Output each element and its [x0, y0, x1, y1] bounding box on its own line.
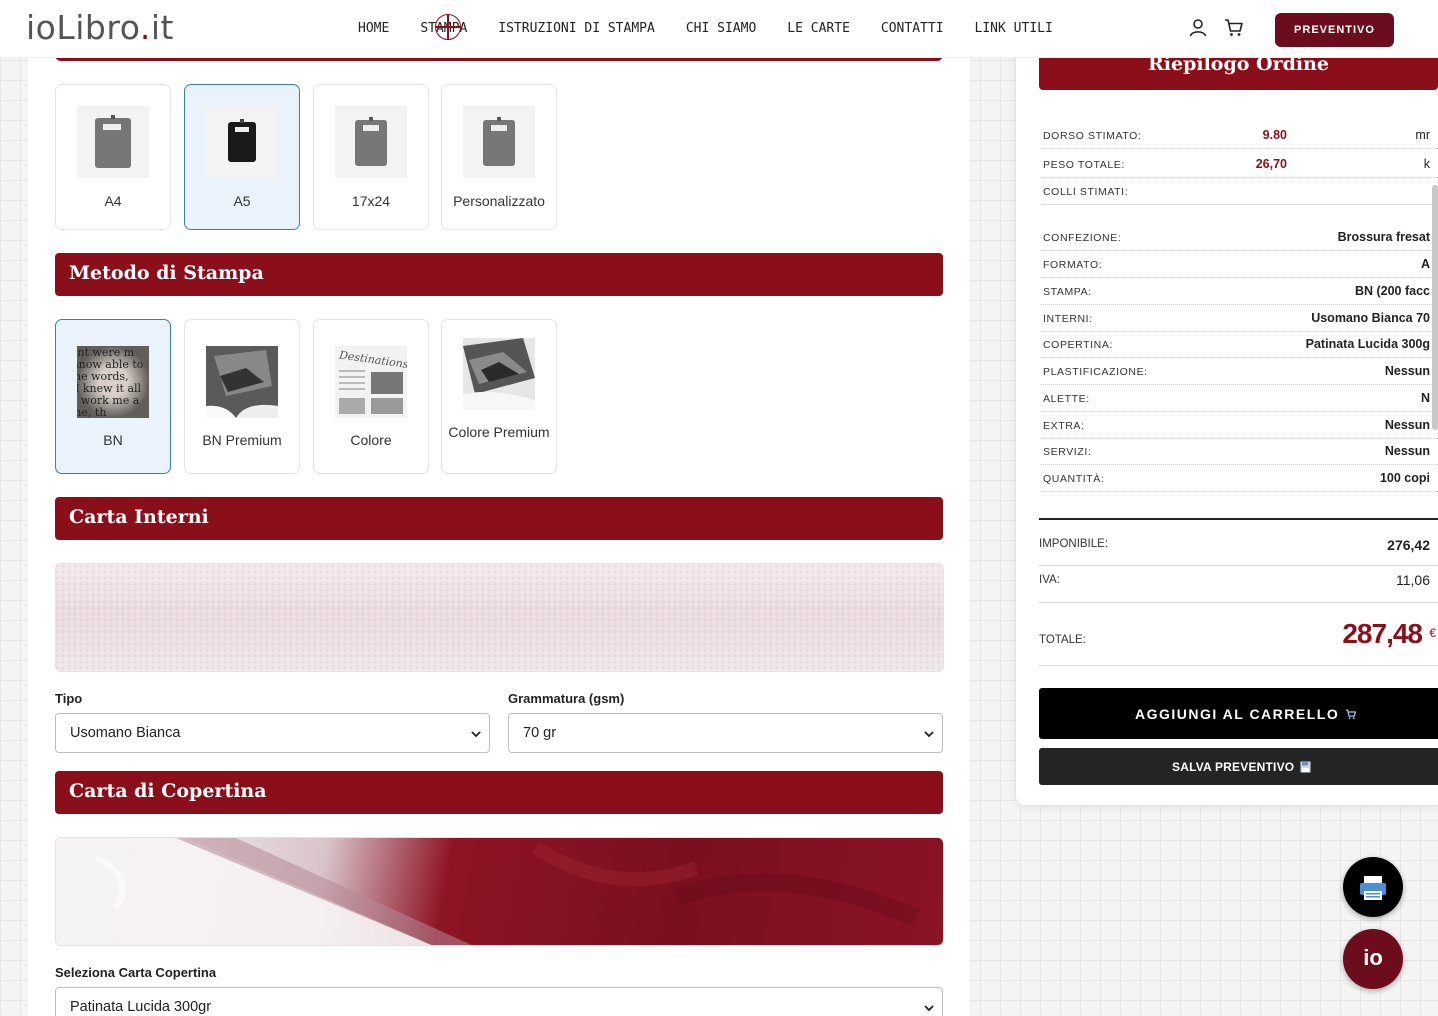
format-option-a5[interactable]: A5 [184, 84, 300, 230]
print-method-thumbnail [206, 346, 278, 418]
summary-row-peso: PESO TOTALE: 26,70 k [1041, 151, 1438, 178]
cover-paper-texture [55, 837, 944, 946]
cover-paper-select[interactable]: Patinata Lucida 300gr [55, 987, 943, 1016]
summary-row-interni: INTERNI: Usomano Bianca 70 [1041, 305, 1438, 332]
summary-scrollbar[interactable] [1432, 185, 1438, 430]
summary-row-alette: ALETTE: N [1041, 385, 1438, 412]
print-method-bn-premium[interactable]: BN Premium [184, 319, 300, 474]
nav-stampa[interactable]: STAMPA [420, 14, 467, 40]
cart-icon[interactable] [1224, 18, 1244, 38]
format-thumbnail [206, 106, 278, 178]
chevron-down-icon [471, 731, 481, 738]
print-method-label: BN [103, 432, 123, 448]
summary-divider [1039, 602, 1438, 603]
summary-divider [1039, 565, 1438, 566]
totale-value: 287,48 [1342, 618, 1423, 649]
format-option-17x24[interactable]: 17x24 [313, 84, 429, 230]
nav-home[interactable]: HOME [358, 21, 389, 36]
nav-chi-siamo[interactable]: CHI SIAMO [686, 21, 756, 36]
user-icon[interactable] [1188, 18, 1208, 38]
print-method-thumbnail [463, 338, 535, 410]
tipo-select[interactable]: Usomano Bianca [55, 713, 490, 753]
section-header-carta-copertina: Carta di Copertina [55, 771, 943, 814]
cover-texture-image [56, 838, 920, 945]
section-header-carta-interni: Carta Interni [55, 497, 943, 540]
summary-divider [1039, 518, 1438, 520]
nav-le-carte[interactable]: LE CARTE [787, 21, 850, 36]
format-thumbnail [463, 106, 535, 178]
summary-row-extra: EXTRA: Nessun [1041, 412, 1438, 439]
crosshair-cursor-icon [435, 14, 462, 40]
nav-istruzioni[interactable]: ISTRUZIONI DI STAMPA [498, 21, 655, 36]
summary-row-servizi: SERVIZI: Nessun [1041, 438, 1438, 465]
summary-divider [1039, 665, 1438, 666]
format-label: A4 [104, 193, 122, 209]
format-thumbnail [77, 106, 149, 178]
format-label: 17x24 [351, 193, 391, 209]
format-thumbnail [335, 106, 407, 178]
summary-row-confezione: CONFEZIONE: Brossura fresat [1041, 224, 1438, 251]
interior-paper-texture [55, 563, 944, 672]
format-option-personalizzato[interactable]: Personalizzato [441, 84, 557, 230]
nav-contatti[interactable]: CONTATTI [881, 21, 944, 36]
format-option-a4[interactable]: A4 [55, 84, 171, 230]
print-method-thumbnail: Destinations [335, 346, 407, 418]
print-method-colore-premium[interactable]: Colore Premium [441, 319, 557, 474]
grammatura-label: Grammatura (gsm) [508, 691, 625, 706]
imponibile-label: IMPONIBILE: [1039, 538, 1109, 550]
summary-row-formato: FORMATO: A [1041, 251, 1438, 278]
chevron-down-icon [924, 1005, 934, 1012]
cart-icon [1345, 709, 1356, 720]
printer-icon [1360, 876, 1386, 900]
cover-select-label: Seleziona Carta Copertina [55, 965, 217, 980]
totale-label: TOTALE: [1039, 634, 1086, 646]
summary-row-colli: COLLI STIMATI: [1041, 178, 1438, 205]
site-logo[interactable]: ioLibro.it [26, 8, 174, 47]
print-method-thumbnail: ent were m snow able to he words, I knew i… [77, 346, 149, 418]
chevron-down-icon [924, 731, 934, 738]
tipo-label: Tipo [55, 691, 83, 706]
save-quote-button[interactable]: SALVA PREVENTIVO [1039, 748, 1438, 785]
preventivo-button[interactable]: PREVENTIVO [1275, 13, 1394, 47]
site-header: ioLibro.it HOME STAMPA ISTRUZIONI DI STA… [0, 0, 1438, 58]
format-label: Personalizzato [453, 193, 545, 209]
grammatura-select[interactable]: 70 gr [508, 713, 943, 753]
summary-row-plastificazione: PLASTIFICAZIONE: Nessun [1041, 358, 1438, 385]
iva-label: IVA: [1039, 574, 1060, 586]
print-fab-button[interactable] [1343, 857, 1403, 917]
section-header-metodo-stampa: Metodo di Stampa [55, 253, 943, 296]
summary-row-quantita: QUANTITÀ: 100 copi [1041, 465, 1438, 492]
svg-text:me, th: me, th [77, 406, 106, 418]
floppy-disk-icon [1300, 761, 1311, 773]
totale-currency: € [1429, 626, 1436, 640]
print-method-colore[interactable]: Destinations Colore [313, 319, 429, 474]
io-chat-fab-button[interactable]: io [1343, 929, 1403, 989]
print-method-label: Colore Premium [448, 424, 550, 440]
grammatura-select-value: 70 gr [523, 725, 557, 741]
summary-row-dorso: DORSO STIMATO: 9.80 mr [1041, 122, 1438, 149]
print-method-label: Colore [350, 432, 392, 448]
paper-texture-image [56, 564, 943, 671]
summary-row-stampa: STAMPA: BN (200 facc [1041, 278, 1438, 305]
cover-select-value: Patinata Lucida 300gr [70, 999, 212, 1015]
imponibile-value: 276,42 [1387, 537, 1430, 553]
nav-link-utili[interactable]: LINK UTILI [975, 21, 1053, 36]
iva-value: 11,06 [1396, 572, 1430, 588]
print-method-bn[interactable]: ent were m snow able to he words, I knew i… [55, 319, 171, 474]
format-label: A5 [233, 193, 251, 209]
summary-row-copertina: COPERTINA: Patinata Lucida 300g [1041, 331, 1438, 358]
main-nav: HOME STAMPA ISTRUZIONI DI STAMPA CHI SIA… [358, 14, 1084, 40]
print-method-label: BN Premium [202, 432, 282, 448]
add-to-cart-button[interactable]: AGGIUNGI AL CARRELLO [1039, 688, 1438, 739]
tipo-select-value: Usomano Bianca [70, 725, 181, 741]
